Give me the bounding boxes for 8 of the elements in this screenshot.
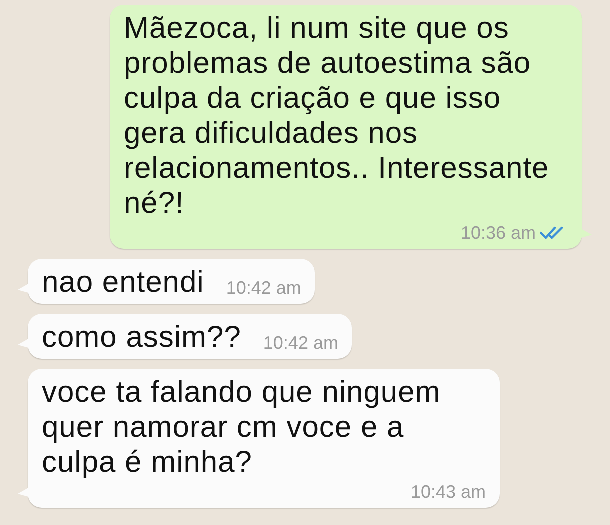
message-time: 10:42 am (226, 277, 302, 300)
message-time: 10:36 am (460, 222, 536, 245)
message-text: nao entendi (42, 265, 204, 300)
message-text: voce ta falando que ninguem quer namorar cm voce e a culpa é minha? (42, 375, 442, 480)
message-text: Mãezoca, li num site que os problemas de autoestima são culpa da criação e que isso gera dificuldades nos relacionamentos.. Interessante né?! (124, 11, 550, 221)
message-time: 10:42 am (263, 332, 338, 355)
message-text: como assim?? (42, 320, 242, 355)
message-time: 10:43 am (410, 481, 486, 504)
